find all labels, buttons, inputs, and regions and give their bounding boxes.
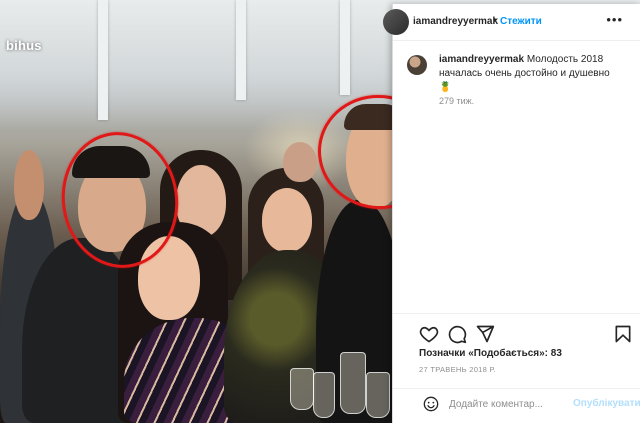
face-woman-right (262, 188, 312, 252)
likes-count[interactable]: Позначки «Подобається»: 83 (419, 348, 562, 359)
wine-glass (366, 372, 390, 418)
comment-icon[interactable] (447, 324, 467, 344)
post-date: 27 ТРАВЕНЬ 2018 Р. (419, 365, 496, 374)
wine-glass (313, 372, 335, 418)
wine-glass (290, 368, 314, 410)
watermark-logo: bihus (6, 38, 42, 53)
post-header: iamandreyyermak • Стежити ••• (383, 4, 640, 41)
more-icon[interactable]: ••• (606, 12, 623, 27)
tent-pole (236, 0, 246, 100)
action-bar (419, 324, 639, 346)
pineapple-emoji-icon: 🍍 (439, 82, 452, 93)
header-separator: • (493, 15, 497, 26)
smiley-icon[interactable] (423, 396, 439, 412)
instagram-post-panel: iamandreyyermak • Стежити ••• iamandreyy… (383, 4, 640, 423)
bookmark-icon[interactable] (613, 324, 633, 344)
tent-pole (340, 0, 350, 95)
caption: iamandreyyermak Молодость 2018 началась … (439, 53, 629, 95)
publish-button[interactable]: Опублікувати (573, 398, 640, 409)
header-username[interactable]: iamandreyyermak (413, 16, 498, 27)
caption-age: 279 тиж. (439, 96, 475, 106)
face-background-guest (283, 142, 317, 182)
caption-username[interactable]: iamandreyyermak (439, 54, 524, 65)
share-icon[interactable] (475, 324, 495, 344)
tent-pole (98, 0, 108, 120)
header-avatar[interactable] (383, 9, 409, 35)
divider (393, 313, 640, 314)
comment-input[interactable] (449, 394, 569, 414)
heart-icon[interactable] (419, 324, 439, 344)
caption-avatar[interactable] (407, 55, 427, 75)
face (14, 150, 44, 220)
divider (393, 388, 640, 389)
follow-button[interactable]: Стежити (500, 16, 542, 27)
wine-glass (340, 352, 366, 414)
